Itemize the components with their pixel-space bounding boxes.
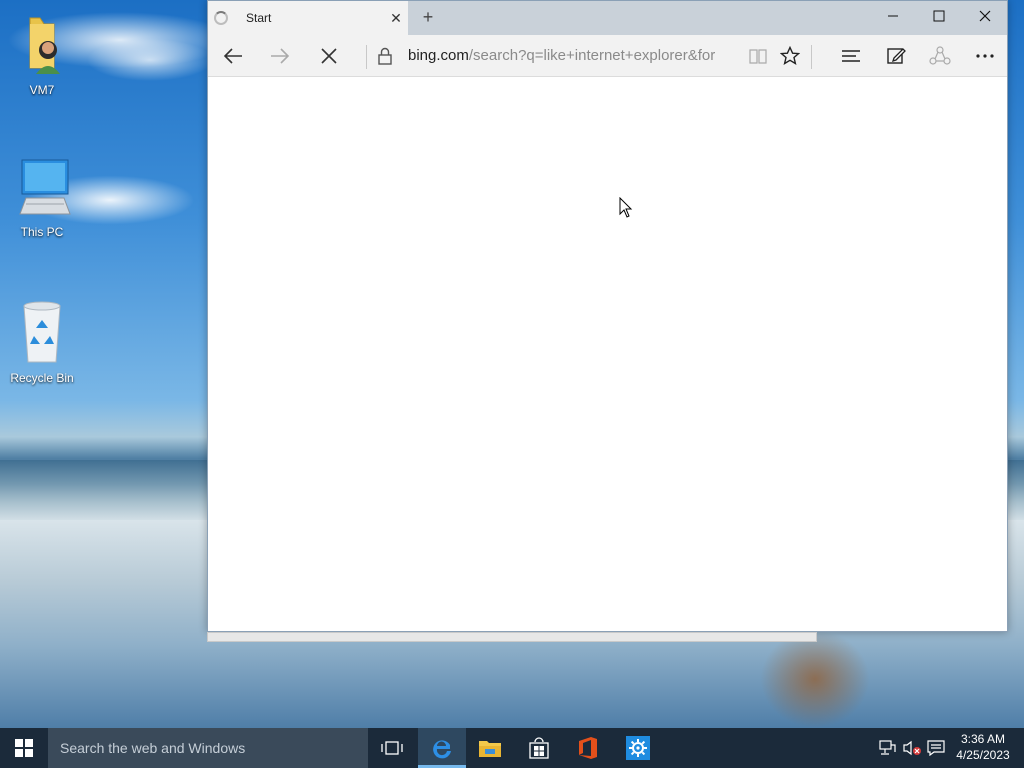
taskbar-clock[interactable]: 3:36 AM 4/25/2023 (948, 731, 1018, 763)
address-bar[interactable]: bing.com/search?q=like+internet+explorer… (408, 45, 738, 67)
more-icon (976, 54, 994, 58)
taskbar: Search the web and Windows 3:36 AM 4/25/… (0, 728, 1024, 768)
volume-muted-icon (903, 740, 921, 756)
start-button[interactable] (0, 728, 48, 768)
reading-view-icon (749, 49, 767, 64)
navigation-bar: bing.com/search?q=like+internet+explorer… (208, 35, 1007, 77)
action-center-icon (927, 740, 945, 756)
reading-view-button[interactable] (743, 42, 773, 70)
maximize-icon (933, 10, 945, 22)
forward-arrow-icon (271, 48, 290, 64)
back-arrow-icon (223, 48, 242, 64)
tab-close-button[interactable]: ✕ (384, 10, 408, 27)
recycle-bin-icon (23, 301, 61, 363)
desktop-icon-recycle-bin[interactable]: Recycle Bin (2, 300, 82, 385)
new-tab-button[interactable]: + (416, 6, 440, 30)
taskbar-search-box[interactable]: Search the web and Windows (48, 728, 368, 768)
desktop-icon-vm7[interactable]: VM7 (2, 12, 82, 97)
security-lock[interactable] (370, 42, 400, 70)
windows-logo-icon (15, 739, 33, 757)
taskbar-file-explorer[interactable] (466, 728, 514, 768)
user-folder-icon (29, 17, 60, 74)
tray-network[interactable] (878, 728, 898, 768)
share-button[interactable] (925, 42, 955, 70)
taskbar-edge[interactable] (418, 728, 466, 768)
more-button[interactable] (970, 42, 1000, 70)
task-view-button[interactable] (368, 728, 416, 768)
clock-time: 3:36 AM (960, 732, 1006, 746)
stop-icon (321, 48, 337, 64)
tray-volume[interactable] (902, 728, 922, 768)
stop-button[interactable] (314, 42, 344, 70)
clock-date: 4/25/2023 (956, 748, 1010, 762)
wallpaper-reflection (760, 630, 870, 728)
minimize-button[interactable] (870, 1, 916, 33)
close-icon (979, 10, 991, 22)
share-icon (929, 46, 951, 65)
taskbar-office[interactable] (564, 728, 612, 768)
tray-action-center[interactable] (926, 728, 946, 768)
edge-icon (433, 739, 451, 758)
computer-icon (19, 159, 71, 215)
forward-button[interactable] (265, 42, 295, 70)
store-icon (529, 737, 549, 759)
edge-browser-window: Start ✕ + bing.com/search?q=like+interne… (207, 0, 1008, 632)
task-view-icon (381, 741, 403, 755)
taskbar-store[interactable] (515, 728, 563, 768)
separator (366, 45, 367, 69)
settings-icon (626, 736, 650, 760)
tab-title: Start (246, 11, 272, 25)
lock-icon (378, 47, 392, 65)
file-explorer-icon (479, 741, 501, 757)
mouse-cursor-icon (619, 197, 633, 218)
hub-button[interactable] (836, 42, 866, 70)
back-button[interactable] (218, 42, 248, 70)
tab-strip: Start ✕ + (208, 1, 1007, 35)
window-shadow-bar (207, 632, 817, 642)
favorites-button[interactable] (775, 42, 805, 70)
loading-spinner-icon (214, 11, 228, 25)
page-content-area[interactable] (208, 77, 1007, 631)
separator (811, 45, 812, 69)
address-domain: bing.com (408, 47, 469, 64)
hub-icon (842, 50, 860, 62)
favorite-star-icon (780, 46, 800, 65)
desktop-icon-this-pc[interactable]: This PC (2, 158, 82, 239)
tab-start[interactable]: Start ✕ (208, 1, 408, 35)
taskbar-settings[interactable] (614, 728, 662, 768)
network-icon (879, 740, 896, 755)
maximize-button[interactable] (916, 1, 962, 33)
web-note-icon (887, 48, 906, 64)
close-window-button[interactable] (962, 1, 1008, 33)
address-path: /search?q=like+internet+explorer&for (468, 47, 716, 64)
minimize-icon (888, 15, 898, 17)
office-icon (579, 737, 597, 759)
web-note-button[interactable] (881, 42, 911, 70)
